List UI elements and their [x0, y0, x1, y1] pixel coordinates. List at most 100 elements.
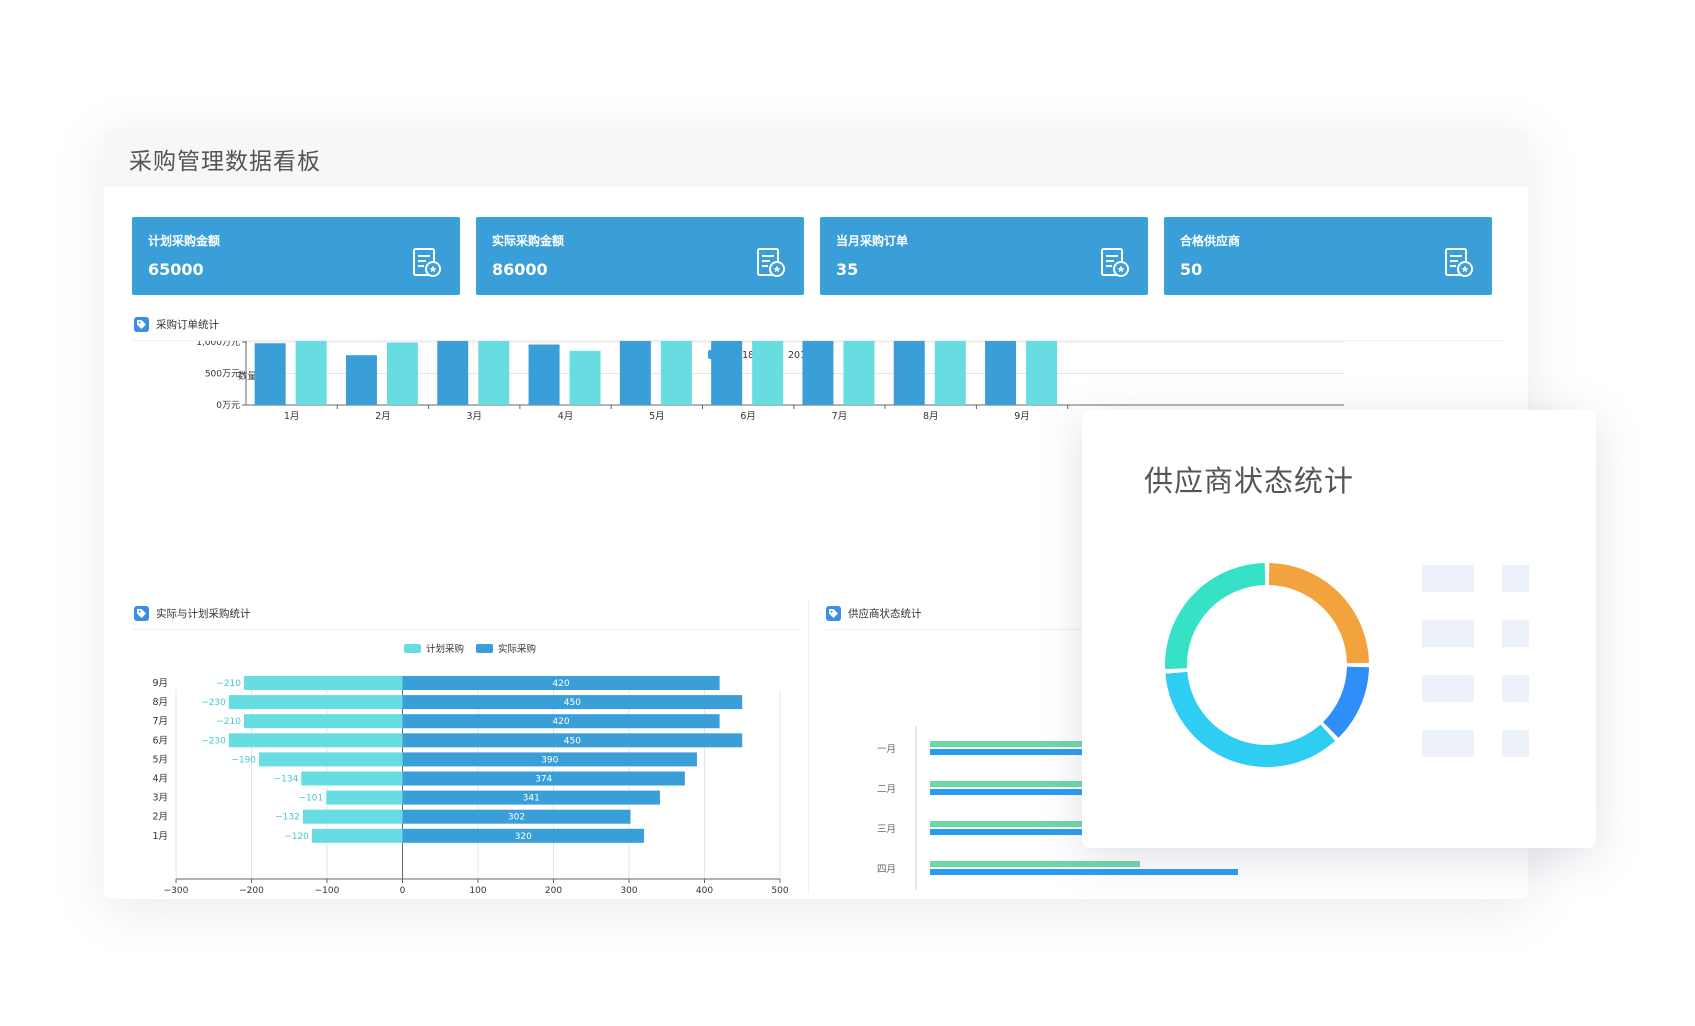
- stat-value: 35: [836, 260, 859, 279]
- y-tick-label: 0万元: [216, 401, 240, 411]
- donut-slice: [1165, 671, 1336, 767]
- bar: [301, 771, 403, 786]
- bar: [934, 341, 966, 405]
- bar: [302, 809, 403, 824]
- section-title: 实际与计划采购统计: [156, 608, 251, 620]
- bar: [1026, 341, 1058, 405]
- x-tick-label: −300: [164, 886, 189, 896]
- x-tick-label: 5月: [649, 411, 665, 422]
- bar: [893, 341, 925, 405]
- donut-slice: [1323, 666, 1369, 738]
- axis-label: 数量: [238, 370, 258, 382]
- certificate-icon: [757, 248, 785, 277]
- y-tick-label: 四月: [877, 864, 896, 875]
- stat-value: 86000: [492, 260, 548, 279]
- bar: [386, 342, 418, 405]
- tag-icon: [134, 606, 149, 621]
- stat-card-qualified-suppliers[interactable]: 合格供应商 50: [1164, 217, 1492, 295]
- bar: [930, 869, 1238, 875]
- stat-card-monthly-orders[interactable]: 当月采购订单 35: [820, 217, 1148, 295]
- popup-title: 供应商状态统计: [1144, 464, 1355, 498]
- x-tick-label: 9月: [1014, 411, 1030, 422]
- bar: [311, 828, 403, 843]
- bar: [843, 341, 875, 405]
- stat-label: 合格供应商: [1180, 234, 1241, 248]
- x-tick-label: −100: [315, 886, 340, 896]
- stat-label: 当月采购订单: [836, 234, 909, 248]
- y-tick-label: 5月: [152, 754, 168, 765]
- data-label: 420: [552, 679, 569, 689]
- y-tick-label: 二月: [877, 784, 896, 795]
- bar: [985, 341, 1017, 405]
- y-tick-label: 1月: [152, 831, 168, 842]
- bar: [802, 341, 834, 405]
- data-label: −132: [275, 813, 300, 823]
- x-tick-label: 7月: [832, 411, 848, 422]
- bar: [326, 790, 403, 805]
- data-label: 320: [515, 832, 532, 842]
- legend-placeholder: [1422, 730, 1474, 757]
- y-tick-label: 一月: [877, 744, 896, 755]
- bar: [243, 676, 403, 690]
- data-label: −190: [231, 755, 256, 765]
- bar: [228, 695, 403, 710]
- donut-slice: [1165, 563, 1266, 670]
- data-label: 420: [552, 717, 569, 727]
- y-tick-label: 4月: [152, 774, 168, 785]
- data-label: −120: [284, 832, 309, 842]
- certificate-icon: [1445, 248, 1473, 277]
- page-title: 采购管理数据看板: [129, 149, 321, 175]
- supplier-status-popup: 供应商状态统计: [1082, 410, 1596, 848]
- x-tick-label: 100: [469, 886, 486, 896]
- bar: [711, 341, 743, 405]
- x-tick-label: −200: [239, 886, 264, 896]
- bar: [478, 341, 510, 405]
- data-label: 341: [523, 794, 540, 804]
- bar: [295, 341, 327, 405]
- legend-placeholder: [1422, 675, 1474, 702]
- bar: [569, 350, 601, 405]
- y-tick-label: 9月: [152, 678, 168, 689]
- bar: [752, 341, 784, 405]
- bar: [228, 733, 403, 748]
- data-label: −210: [216, 717, 241, 727]
- y-tick-label: 8月: [152, 697, 168, 708]
- legend-placeholder: [1422, 620, 1474, 647]
- certificate-icon: [1101, 248, 1129, 277]
- data-label: 450: [564, 736, 581, 746]
- y-tick-label: 500万元: [205, 370, 240, 380]
- legend-placeholder: [1502, 730, 1529, 757]
- data-label: −134: [274, 775, 299, 785]
- bar: [930, 861, 1140, 867]
- x-tick-label: 6月: [740, 411, 756, 422]
- x-tick-label: 200: [545, 886, 562, 896]
- section-title: 采购订单统计: [156, 319, 219, 331]
- bar: [259, 752, 403, 767]
- legend-swatch: [476, 644, 493, 653]
- x-tick-label: 1月: [284, 411, 300, 422]
- x-tick-label: 3月: [466, 411, 482, 422]
- x-tick-label: 4月: [558, 411, 574, 422]
- legend-label: 实际采购: [498, 643, 536, 655]
- x-tick-label: 2月: [375, 411, 391, 422]
- x-tick-label: 400: [696, 886, 713, 896]
- stat-label: 计划采购金额: [148, 234, 221, 248]
- stat-card-actual[interactable]: 实际采购金额 86000: [476, 217, 804, 295]
- stat-card-planned[interactable]: 计划采购金额 65000: [132, 217, 460, 295]
- stat-label: 实际采购金额: [492, 234, 565, 248]
- bar: [619, 341, 651, 405]
- dashboard-header: 采购管理数据看板: [104, 129, 1528, 187]
- y-tick-label: 6月: [152, 735, 168, 746]
- x-tick-label: 300: [620, 886, 637, 896]
- data-label: −101: [299, 794, 324, 804]
- legend-placeholder: [1502, 675, 1529, 702]
- legend-placeholder: [1502, 565, 1529, 592]
- data-label: −230: [201, 736, 226, 746]
- data-label: 390: [541, 755, 558, 765]
- y-tick-label: 三月: [877, 824, 896, 835]
- data-label: 374: [535, 775, 552, 785]
- donut-slice: [1268, 563, 1369, 664]
- x-tick-label: 0: [400, 886, 406, 896]
- bar: [528, 344, 560, 405]
- actual-vs-plan-chart: 计划采购 实际采购 −300 −200 −100 0 100 200 300 400 500 −120…: [152, 643, 788, 896]
